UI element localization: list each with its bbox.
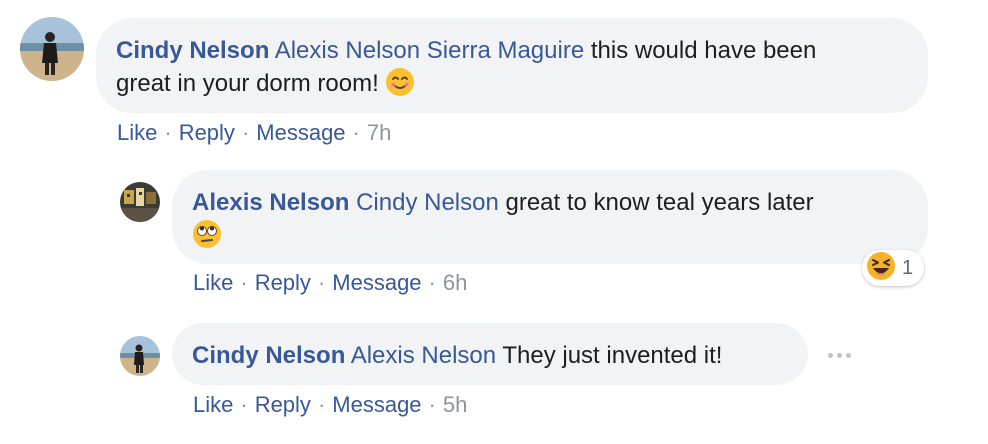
message-link[interactable]: Message [332,392,421,417]
more-options-icon[interactable] [828,353,851,358]
mention-alexis[interactable]: Alexis Nelson [351,342,496,369]
comment-author[interactable]: Cindy Nelson [192,342,345,369]
separator: · [240,392,248,417]
comment-cindy-reply: Cindy Nelson Alexis Nelson They just inv… [0,0,988,444]
separator: · [317,392,326,417]
like-link[interactable]: Like [193,392,233,417]
comment-actions: Like · Reply · Message · 5h [193,392,467,418]
comment-text: They just invented it! [502,342,723,369]
timestamp[interactable]: 5h [443,392,467,417]
reply-link[interactable]: Reply [255,392,311,417]
avatar[interactable] [120,336,160,376]
separator: · [428,392,436,417]
comment-bubble: Cindy Nelson Alexis Nelson They just inv… [172,323,808,385]
